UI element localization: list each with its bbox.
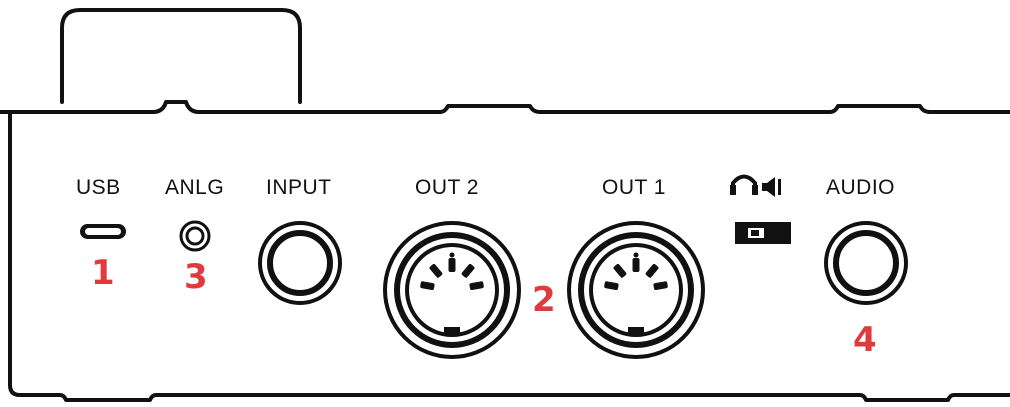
headphones-icon bbox=[730, 174, 758, 195]
out2-midi-din-icon bbox=[383, 221, 521, 359]
out2-label: OUT 2 bbox=[415, 176, 479, 199]
device-rear-panel-diagram: USB ANLG INPUT OUT 2 OUT 1 AUDIO 1 3 2 4 bbox=[0, 8, 1010, 402]
output-switch bbox=[735, 222, 791, 244]
device-body-outline bbox=[0, 100, 1010, 114]
anlg-jack-icon bbox=[179, 220, 211, 252]
out1-label: OUT 1 bbox=[602, 176, 666, 199]
out1-midi-din-icon bbox=[567, 221, 705, 359]
audio-jack-icon bbox=[824, 221, 908, 305]
anlg-label: ANLG bbox=[165, 176, 224, 199]
usb-c-port-icon bbox=[80, 224, 126, 239]
callout-1: 1 bbox=[91, 253, 115, 293]
callout-2: 2 bbox=[532, 280, 556, 320]
input-label: INPUT bbox=[266, 176, 332, 199]
callout-3: 3 bbox=[184, 257, 208, 297]
speaker-icon bbox=[762, 177, 781, 197]
audio-label: AUDIO bbox=[826, 176, 895, 199]
input-jack-icon bbox=[258, 221, 342, 305]
usb-label: USB bbox=[76, 176, 121, 199]
top-connector-outline bbox=[60, 8, 302, 104]
callout-4: 4 bbox=[853, 320, 877, 360]
